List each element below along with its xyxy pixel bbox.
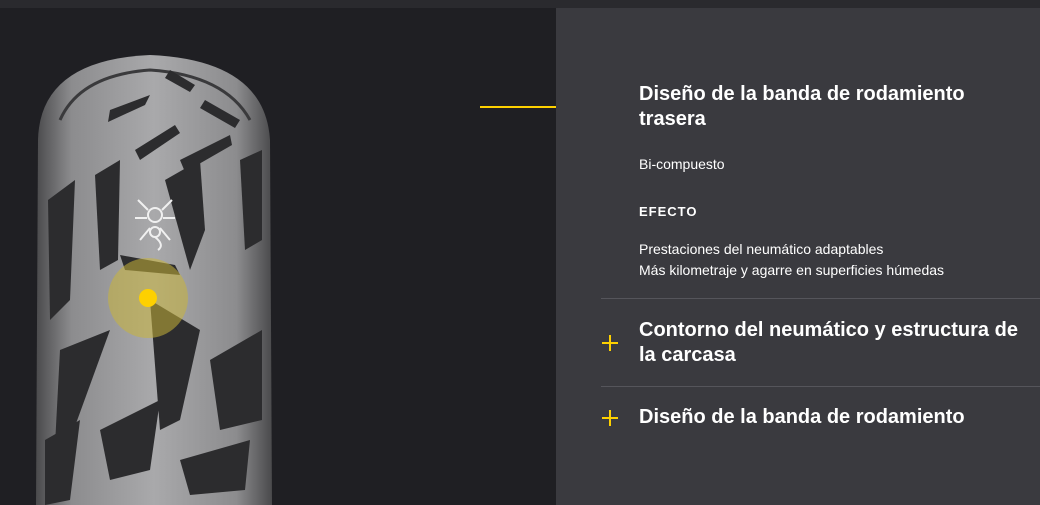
- active-item-title[interactable]: Diseño de la banda de rodamiento trasera: [639, 82, 1029, 132]
- accordion-item-title[interactable]: Diseño de la banda de rodamiento: [639, 405, 1029, 430]
- effect-label: EFECTO: [639, 204, 698, 219]
- effect-line-1: Prestaciones del neumático adaptables: [639, 241, 884, 257]
- effect-line-2: Más kilometraje y agarre en superficies …: [639, 262, 945, 278]
- tire-image-area: [0, 8, 556, 505]
- accordion-divider: [601, 386, 1040, 387]
- hotspot-marker[interactable]: [139, 289, 157, 307]
- tire-image: [36, 55, 272, 505]
- accordion-divider: [601, 298, 1040, 299]
- plus-icon[interactable]: [602, 410, 618, 426]
- plus-icon[interactable]: [602, 335, 618, 351]
- compound-text: Bi-compuesto: [639, 156, 725, 172]
- top-bar: [0, 0, 1040, 8]
- accordion-item-title[interactable]: Contorno del neumático y estructura de l…: [639, 318, 1029, 368]
